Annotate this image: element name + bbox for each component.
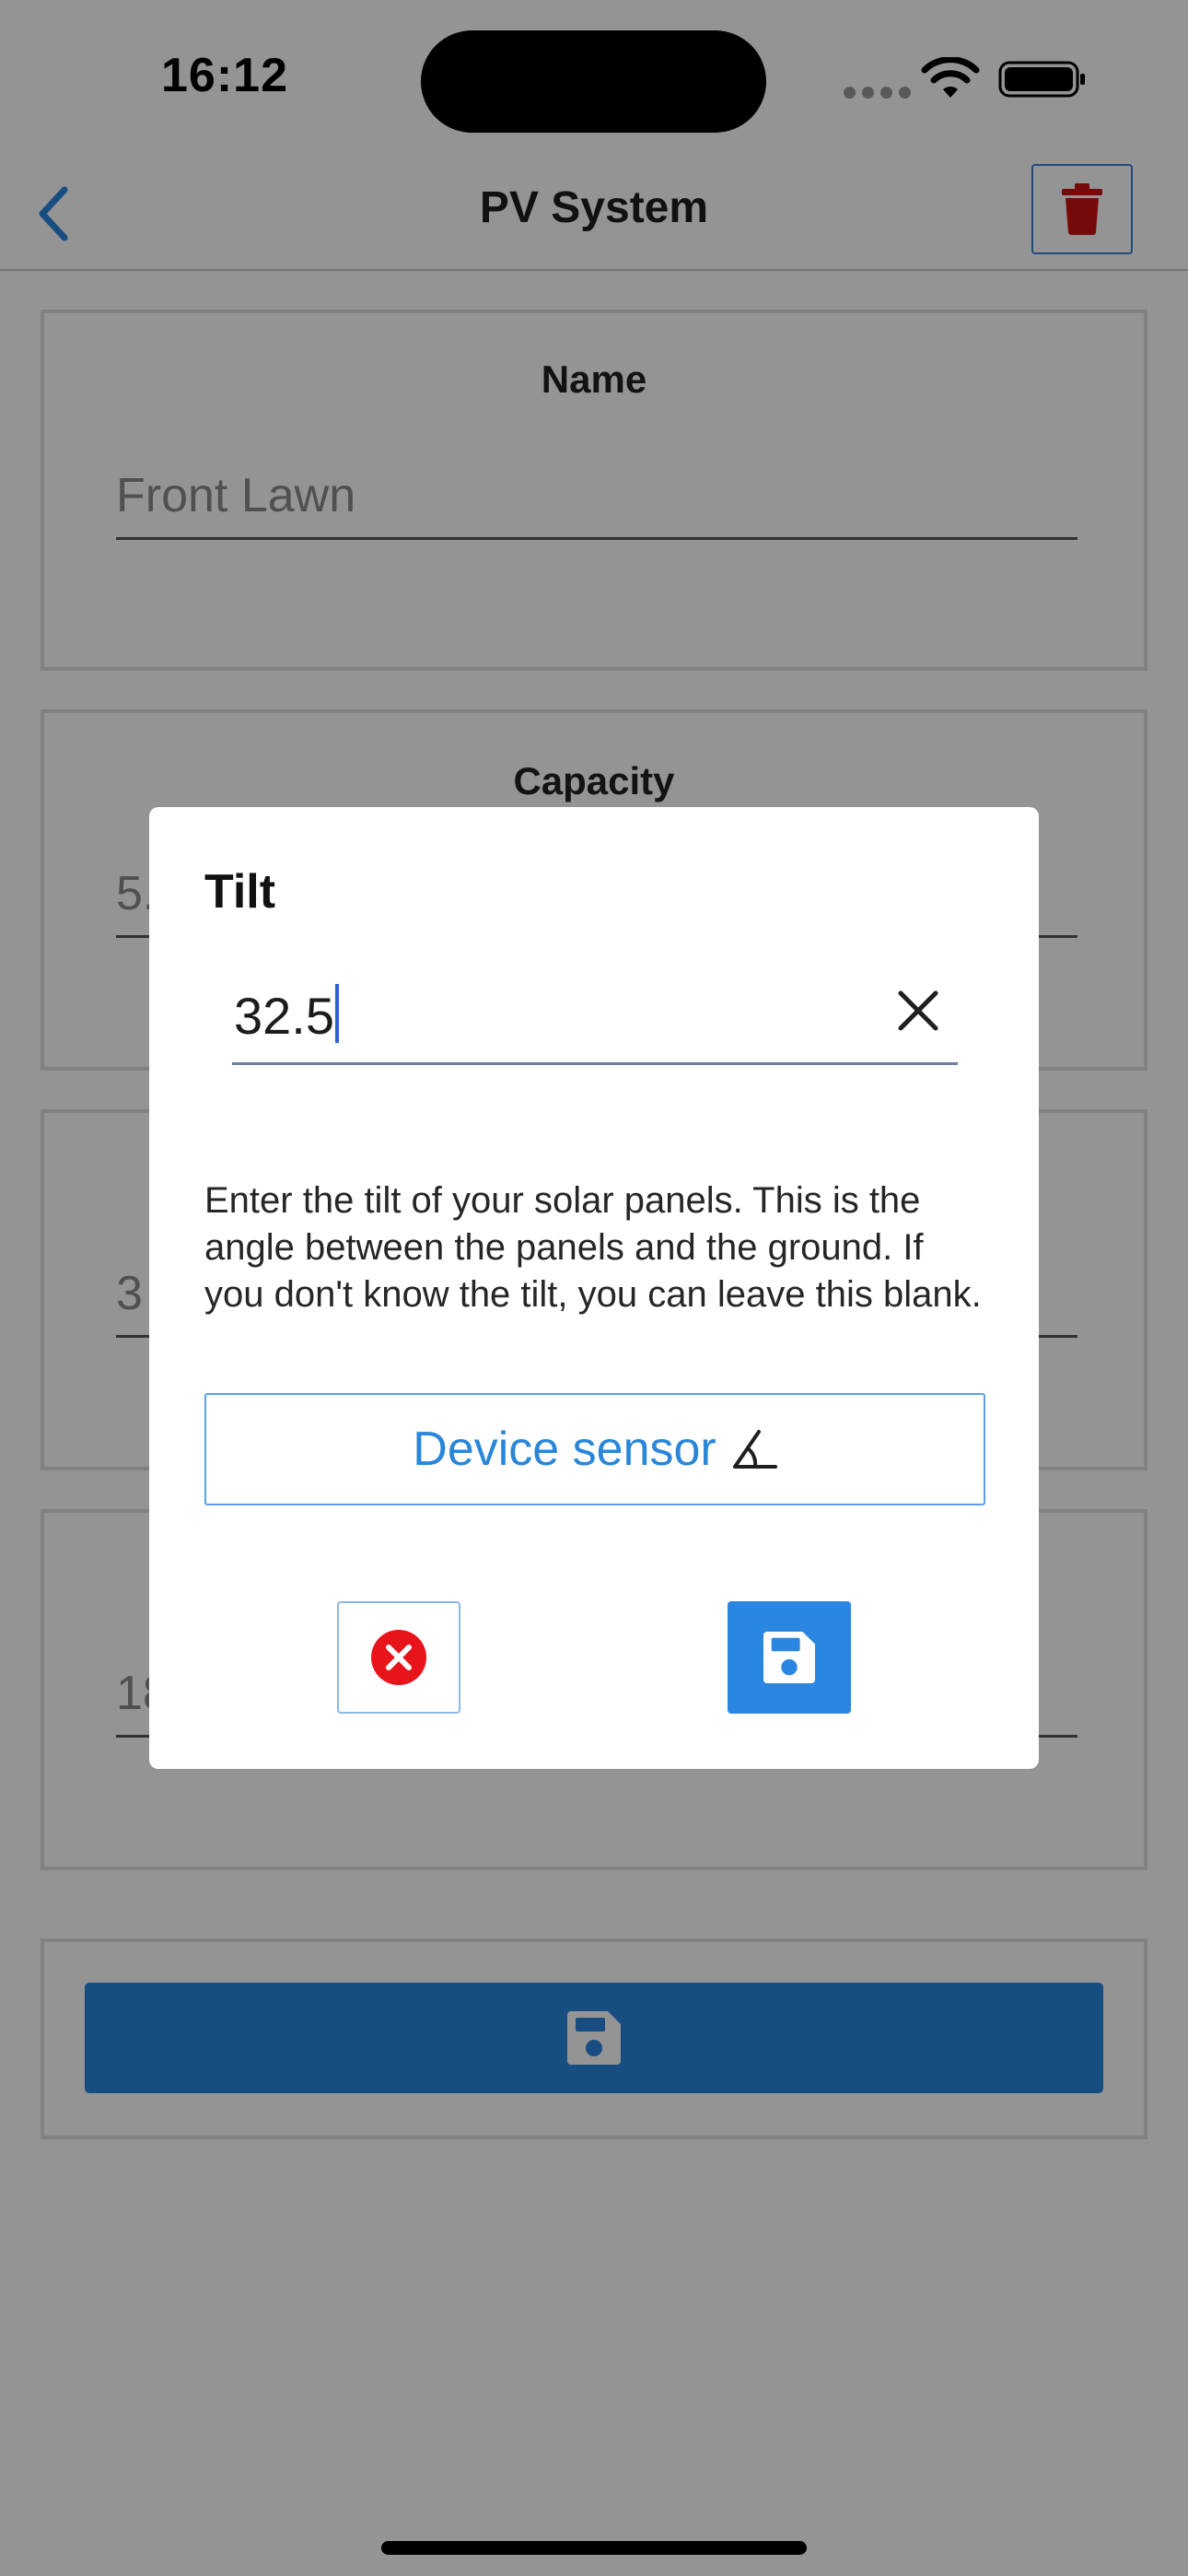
tilt-input[interactable]: 32.5 (232, 966, 958, 1065)
cancel-button[interactable] (337, 1601, 460, 1714)
floppy-disk-icon (763, 1632, 815, 1683)
help-text: Enter the tilt of your solar panels. Thi… (204, 1180, 982, 1315)
home-indicator (381, 2541, 807, 2555)
tilt-input-value: 32.5 (234, 987, 334, 1045)
device-sensor-label: Device sensor (413, 1423, 716, 1476)
save-button[interactable] (728, 1601, 851, 1714)
device-sensor-button[interactable]: Device sensor (204, 1393, 985, 1505)
clear-x-icon[interactable] (895, 988, 941, 1034)
text-caret (335, 984, 339, 1043)
dialog-title: Tilt (204, 865, 276, 919)
cancel-x-circle-icon (371, 1630, 426, 1685)
tilt-dialog: Tilt 32.5 Enter the tilt of your solar p… (149, 807, 1039, 1769)
angle-icon (732, 1430, 777, 1469)
tilt-input-text: 32.5 (234, 984, 339, 1046)
